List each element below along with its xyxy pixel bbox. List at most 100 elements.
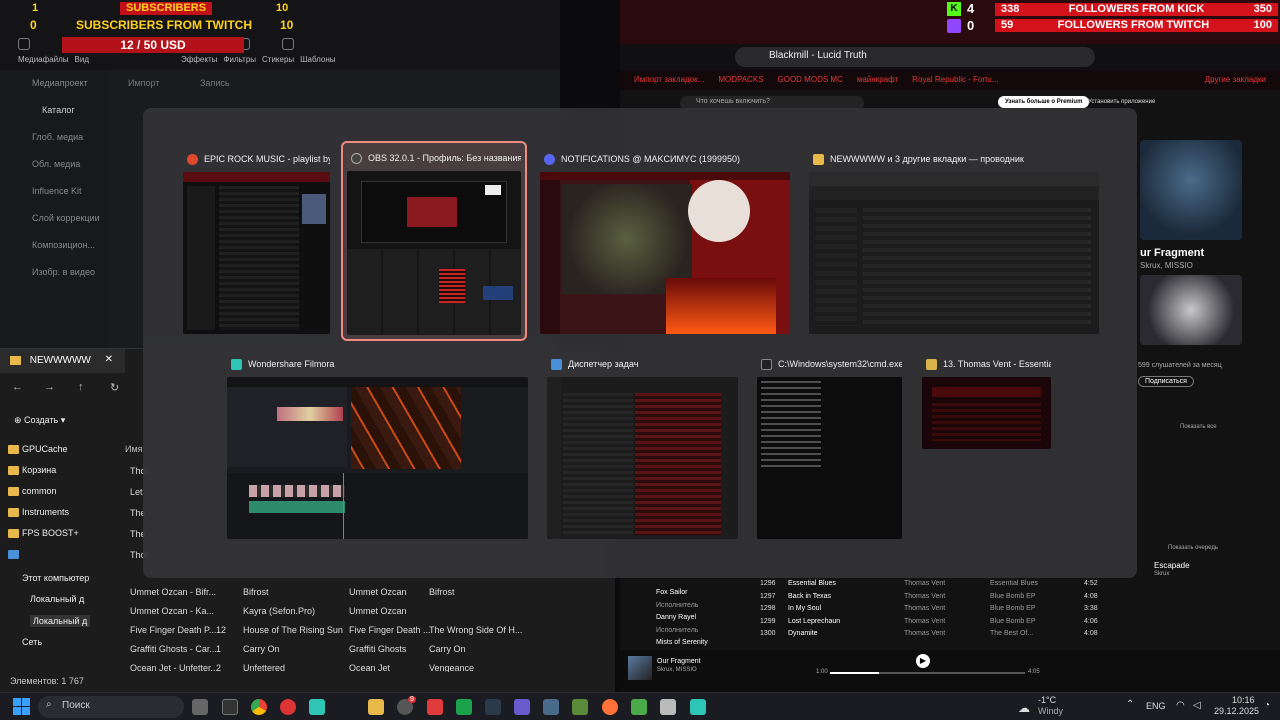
- track-row[interactable]: 1298 In My Soul Thomas Vent Blue Bomb EP 3:3…: [760, 605, 1100, 618]
- volume-icon[interactable]: ◁: [1193, 700, 1201, 711]
- ai-icon[interactable]: [514, 699, 530, 715]
- show-queue-link[interactable]: Показать очередь: [1168, 545, 1218, 551]
- sidebar-item-common[interactable]: common: [0, 481, 105, 502]
- weather-icon: ☁: [1018, 701, 1030, 715]
- window-card-notifications[interactable]: NOTIFICATIONS @ MAKCИMYC (1999950): [536, 144, 794, 338]
- name-column-header[interactable]: Имя: [125, 444, 143, 454]
- create-button[interactable]: ⊕ Создать ▾: [14, 415, 65, 426]
- sidebar-project-media[interactable]: Медиапроект: [0, 70, 110, 97]
- window-card-cmd[interactable]: C:\Windows\system32\cmd.exe: [753, 349, 906, 543]
- clock-time[interactable]: 10:16: [1232, 695, 1255, 705]
- track-row[interactable]: 1300 Dynamite Thomas Vent The Best Of... 4:0…: [760, 630, 1100, 643]
- explorer-taskbar-icon[interactable]: [368, 699, 384, 715]
- photos-icon[interactable]: [543, 699, 559, 715]
- local-disk-1[interactable]: Локальный д: [30, 594, 84, 604]
- language[interactable]: ENG: [1146, 701, 1166, 711]
- taskbar-search[interactable]: ⌕ Поиск: [38, 696, 184, 718]
- window-card-epic-rock[interactable]: EPIC ROCK MUSIC - playlist by...: [179, 144, 334, 338]
- window-card-filmora[interactable]: Wondershare Filmora: [223, 349, 532, 543]
- chrome-icon[interactable]: [251, 699, 267, 715]
- sidebar-item-fpsboost[interactable]: FPS BOOST+: [0, 523, 105, 544]
- record-button[interactable]: Запись: [200, 78, 230, 88]
- window-card-thomas-vent[interactable]: 13. Thomas Vent - Essentia...: [918, 349, 1055, 453]
- forward-icon[interactable]: →: [44, 381, 55, 393]
- sidebar-global-media[interactable]: Глоб. медиа: [0, 124, 110, 151]
- artist-item[interactable]: Mists of Serenity: [656, 637, 708, 650]
- notifications-icon[interactable]: ◔: [1264, 700, 1270, 711]
- sidebar-cloud-media[interactable]: Обл. медиа: [0, 151, 110, 178]
- steam-icon[interactable]: [485, 699, 501, 715]
- local-disk-2[interactable]: Локальный д: [30, 615, 91, 627]
- red-app-icon[interactable]: [427, 699, 443, 715]
- refresh-icon[interactable]: ↻: [110, 381, 119, 394]
- bookmark-item[interactable]: MODPACKS: [718, 75, 763, 84]
- card-thumbnail: [547, 377, 738, 539]
- sidebar-image-to-video[interactable]: Изобр. в видео: [0, 259, 110, 286]
- terminal-icon[interactable]: [222, 699, 238, 715]
- filmora2-taskbar-icon[interactable]: [690, 699, 706, 715]
- track-row[interactable]: 1299 Lost Leprechaun Thomas Vent Blue Bomb …: [760, 618, 1100, 631]
- bookmark-item[interactable]: Другие закладки: [1205, 75, 1266, 84]
- chevron-up-icon[interactable]: ⌃: [1126, 699, 1134, 710]
- window-card-obs[interactable]: OBS 32.0.1 - Профиль: Без названия - ...: [341, 141, 527, 341]
- explorer-tab[interactable]: NEWWWWW ✕: [0, 349, 125, 373]
- weather-text[interactable]: Windy: [1038, 706, 1063, 716]
- task-view-icon[interactable]: [192, 699, 208, 715]
- progress-bar[interactable]: [830, 672, 1025, 674]
- table-row[interactable]: Ummet Ozcan - Bifr... Bifrost Ummet Ozca…: [120, 582, 610, 601]
- start-icon[interactable]: [13, 698, 30, 715]
- doc-icon[interactable]: [660, 699, 676, 715]
- notepad-icon[interactable]: [631, 699, 647, 715]
- player-title[interactable]: Our Fragment: [657, 658, 701, 665]
- player-artist[interactable]: Skrux, MISSIO: [657, 667, 697, 673]
- sidebar-item-gpucache[interactable]: GPUCache: [0, 439, 105, 460]
- subscribe-button[interactable]: Подписаться: [1138, 376, 1194, 387]
- clock-date[interactable]: 29.12.2025: [1214, 706, 1259, 716]
- sidebar-influence-kit[interactable]: Influence Kit: [0, 178, 110, 205]
- bookmark-item[interactable]: GOOD MODS MC: [778, 75, 843, 84]
- track-row[interactable]: 1296 Essential Blues Thomas Vent Essential …: [760, 580, 1100, 593]
- this-pc[interactable]: Этот компьютер: [22, 573, 89, 583]
- window-card-taskmgr[interactable]: Диспетчер задач: [543, 349, 742, 543]
- filmora-taskbar-icon[interactable]: [309, 699, 325, 715]
- bookmark-item[interactable]: Royal Republic - Fortu...: [912, 75, 998, 84]
- address-bar[interactable]: Blackmill - Lucid Truth: [735, 47, 1095, 67]
- minecraft-icon[interactable]: [572, 699, 588, 715]
- table-row[interactable]: Graffiti Ghosts - Car... 1 Carry On Graf…: [120, 639, 610, 658]
- sidebar-item-recycle[interactable]: Корзина: [0, 460, 105, 481]
- show-all-link[interactable]: Показать все: [1180, 424, 1217, 430]
- green-app-icon[interactable]: [456, 699, 472, 715]
- network[interactable]: Сеть: [22, 637, 42, 647]
- back-icon[interactable]: ←: [12, 381, 23, 393]
- temperature[interactable]: -1°C: [1038, 695, 1056, 705]
- premium-button[interactable]: Узнать больше о Premium: [998, 96, 1090, 108]
- tab-templates[interactable]: Шаблоны: [300, 55, 335, 64]
- folder-icon: [10, 355, 21, 365]
- table-row[interactable]: Five Finger Death P... 12 House of The R…: [120, 620, 610, 639]
- card-title: EPIC ROCK MUSIC - playlist by...: [204, 154, 330, 164]
- bookmarks-bar: Импорт закладок... MODPACKS GOOD MODS MC…: [620, 70, 1280, 90]
- sidebar-compound[interactable]: Композицион...: [0, 232, 110, 259]
- app-icon[interactable]: [280, 699, 296, 715]
- filmora-sidebar: Медиапроект Каталог Глоб. медиа Обл. мед…: [0, 70, 110, 350]
- card-title: C:\Windows\system32\cmd.exe: [778, 359, 902, 369]
- close-icon[interactable]: ✕: [105, 354, 113, 365]
- artist-item[interactable]: Danny Rayel: [656, 612, 708, 625]
- sidebar-item-instruments[interactable]: Instruments: [0, 502, 105, 523]
- bookmark-item[interactable]: майнкрафт: [857, 75, 898, 84]
- track-row[interactable]: 1297 Back in Texas Thomas Vent Blue Bomb EP…: [760, 593, 1100, 606]
- artist-item[interactable]: Fox Sailor: [656, 587, 708, 600]
- firefox-taskbar-icon[interactable]: [602, 699, 618, 715]
- up-icon[interactable]: ↑: [78, 381, 84, 393]
- install-app-link[interactable]: Установить приложение: [1088, 99, 1155, 105]
- table-row[interactable]: Ummet Ozcan - Ka... Kayra (Sefon.Pro) Um…: [120, 601, 610, 620]
- bookmark-item[interactable]: Импорт закладок...: [634, 75, 704, 84]
- import-button[interactable]: Импорт: [128, 78, 159, 88]
- wifi-icon[interactable]: ◠: [1176, 700, 1185, 711]
- play-icon[interactable]: ▶: [916, 654, 930, 668]
- card-thumbnail: [922, 377, 1051, 449]
- explorer-tab-title: NEWWWWW: [29, 355, 91, 366]
- sidebar-adjust-layer[interactable]: Слой коррекции: [0, 205, 110, 232]
- window-card-explorer[interactable]: NEWWWWW и 3 другие вкладки — проводник: [805, 144, 1103, 338]
- sidebar-catalog[interactable]: Каталог: [0, 97, 110, 124]
